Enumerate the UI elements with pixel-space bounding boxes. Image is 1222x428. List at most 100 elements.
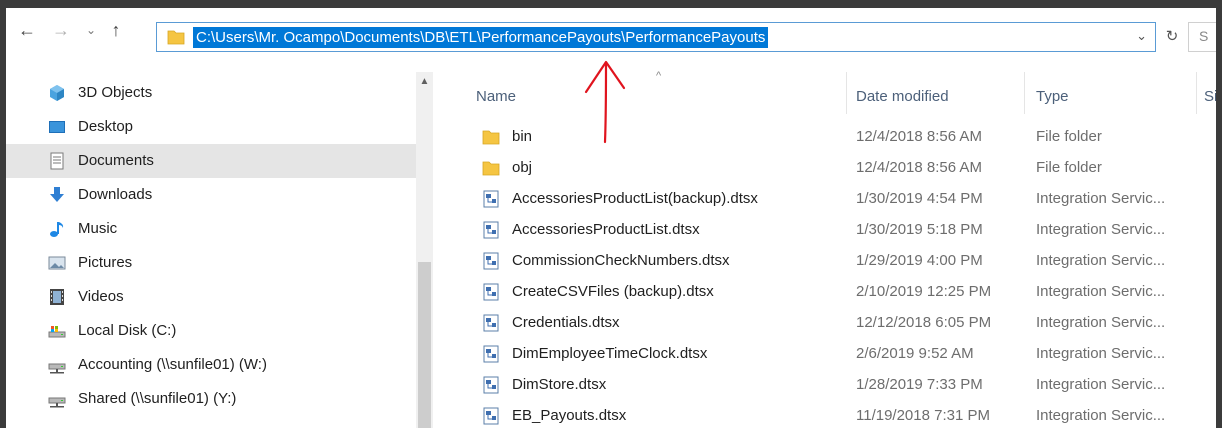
column-header-name[interactable]: Name	[476, 88, 516, 105]
address-path-text[interactable]: C:\Users\Mr. Ocampo\Documents\DB\ETL\Per…	[193, 27, 769, 48]
nav-item-videos[interactable]: Videos	[6, 280, 416, 314]
nav-item-documents[interactable]: Documents	[6, 144, 416, 178]
navigation-pane: 3D Objects Desktop Documents Downloads M…	[6, 62, 416, 428]
column-header-size[interactable]: Si	[1204, 88, 1216, 105]
nav-item-accounting-drive[interactable]: Accounting (\\sunfile01) (W:)	[6, 348, 416, 382]
nav-item-label: Documents	[78, 152, 154, 169]
file-date-modified: 1/30/2019 4:54 PM	[856, 190, 983, 207]
file-name: DimStore.dtsx	[512, 376, 607, 393]
nav-item-label: Downloads	[78, 186, 153, 203]
file-row[interactable]: AccessoriesProductList(backup).dtsx 1/30…	[446, 184, 1216, 215]
dtsx-file-icon	[483, 190, 499, 208]
folder-icon	[482, 161, 500, 176]
navigation-scrollbar[interactable]: ▲	[416, 72, 433, 428]
nav-item-label: Local Disk (C:)	[78, 322, 177, 339]
nav-item-label: 3D Objects	[78, 84, 153, 101]
file-row[interactable]: bin 12/4/2018 8:56 AM File folder	[446, 122, 1216, 153]
nav-item-3d-objects[interactable]: 3D Objects	[6, 76, 416, 110]
nav-item-label: Pictures	[78, 254, 133, 271]
nav-item-label: Shared (\\sunfile01) (Y:)	[78, 390, 237, 407]
local-disk-icon	[48, 326, 66, 338]
file-row[interactable]: Credentials.dtsx 12/12/2018 6:05 PM Inte…	[446, 308, 1216, 339]
download-arrow-icon	[50, 187, 64, 202]
scroll-up-arrow-icon[interactable]: ▲	[416, 72, 433, 92]
music-note-icon	[50, 222, 64, 237]
folder-icon	[167, 30, 185, 45]
file-explorer-window: ← → ⌄ ↑ C:\Users\Mr. Ocampo\Documents\DB…	[6, 8, 1216, 428]
file-type: Integration Servic...	[1036, 283, 1166, 300]
dtsx-file-icon	[483, 407, 499, 425]
file-date-modified: 11/19/2018 7:31 PM	[856, 407, 990, 424]
file-name: Credentials.dtsx	[512, 314, 620, 331]
nav-item-music[interactable]: Music	[6, 212, 416, 246]
file-list: ^ Name Date modified Type Si bin 12/4/20…	[446, 70, 1216, 428]
file-row[interactable]: AccessoriesProductList.dtsx 1/30/2019 5:…	[446, 215, 1216, 246]
chevron-down-icon[interactable]: ⌄	[1136, 28, 1147, 44]
nav-item-label: Desktop	[78, 118, 134, 135]
up-one-level-button[interactable]: ↑	[104, 16, 128, 44]
file-name: obj	[512, 159, 533, 176]
file-date-modified: 12/4/2018 8:56 AM	[856, 128, 982, 145]
red-annotation-arrow	[584, 60, 626, 144]
file-date-modified: 2/6/2019 9:52 AM	[856, 345, 974, 362]
file-type: Integration Servic...	[1036, 190, 1166, 207]
column-header-date-modified[interactable]: Date modified	[856, 88, 949, 105]
desktop-icon	[49, 121, 65, 133]
dtsx-file-icon	[483, 376, 499, 394]
nav-item-label: Accounting (\\sunfile01) (W:)	[78, 356, 267, 373]
network-drive-icon	[48, 397, 66, 408]
refresh-button[interactable]: ↻	[1162, 27, 1182, 47]
back-button[interactable]: ←	[16, 16, 38, 44]
file-row[interactable]: obj 12/4/2018 8:56 AM File folder	[446, 153, 1216, 184]
file-type: File folder	[1036, 128, 1102, 145]
folder-icon	[482, 130, 500, 145]
dtsx-file-icon	[483, 252, 499, 270]
nav-item-downloads[interactable]: Downloads	[6, 178, 416, 212]
file-type: Integration Servic...	[1036, 407, 1166, 424]
file-row[interactable]: CreateCSVFiles (backup).dtsx 2/10/2019 1…	[446, 277, 1216, 308]
column-divider[interactable]	[846, 72, 847, 114]
nav-item-desktop[interactable]: Desktop	[6, 110, 416, 144]
dtsx-file-icon	[483, 221, 499, 239]
file-row[interactable]: DimEmployeeTimeClock.dtsx 2/6/2019 9:52 …	[446, 339, 1216, 370]
column-divider[interactable]	[1196, 72, 1197, 114]
nav-item-local-disk[interactable]: Local Disk (C:)	[6, 314, 416, 348]
column-divider[interactable]	[1024, 72, 1025, 114]
forward-button[interactable]: →	[50, 16, 72, 44]
file-name: DimEmployeeTimeClock.dtsx	[512, 345, 708, 362]
file-date-modified: 1/28/2019 7:33 PM	[856, 376, 983, 393]
file-date-modified: 1/30/2019 5:18 PM	[856, 221, 983, 238]
cube-3d-icon	[50, 85, 64, 101]
nav-item-shared-drive[interactable]: Shared (\\sunfile01) (Y:)	[6, 382, 416, 416]
recent-locations-button[interactable]: ⌄	[82, 16, 100, 44]
file-row[interactable]: CommissionCheckNumbers.dtsx 1/29/2019 4:…	[446, 246, 1216, 277]
address-bar-row: ← → ⌄ ↑ C:\Users\Mr. Ocampo\Documents\DB…	[6, 8, 1216, 52]
file-type: Integration Servic...	[1036, 221, 1166, 238]
file-row[interactable]: DimStore.dtsx 1/28/2019 7:33 PM Integrat…	[446, 370, 1216, 401]
file-row[interactable]: EB_Payouts.dtsx 11/19/2018 7:31 PM Integ…	[446, 401, 1216, 428]
column-header-type[interactable]: Type	[1036, 88, 1069, 105]
file-name: CreateCSVFiles (backup).dtsx	[512, 283, 714, 300]
file-type: Integration Servic...	[1036, 314, 1166, 331]
dtsx-file-icon	[483, 314, 499, 332]
dtsx-file-icon	[483, 345, 499, 363]
pictures-icon	[48, 256, 66, 270]
documents-icon	[50, 152, 64, 170]
nav-item-label: Music	[78, 220, 118, 237]
network-drive-icon	[48, 363, 66, 374]
file-date-modified: 12/4/2018 8:56 AM	[856, 159, 982, 176]
file-name: bin	[512, 128, 533, 145]
nav-item-label: Videos	[78, 288, 124, 305]
search-input[interactable]: S	[1188, 22, 1216, 52]
nav-item-pictures[interactable]: Pictures	[6, 246, 416, 280]
file-type: Integration Servic...	[1036, 252, 1166, 269]
address-bar[interactable]: C:\Users\Mr. Ocampo\Documents\DB\ETL\Per…	[156, 22, 1156, 52]
file-name: AccessoriesProductList(backup).dtsx	[512, 190, 758, 207]
file-type: Integration Servic...	[1036, 376, 1166, 393]
file-name: CommissionCheckNumbers.dtsx	[512, 252, 730, 269]
file-date-modified: 2/10/2019 12:25 PM	[856, 283, 992, 300]
file-date-modified: 12/12/2018 6:05 PM	[856, 314, 992, 331]
file-name: AccessoriesProductList.dtsx	[512, 221, 700, 238]
scrollbar-thumb[interactable]	[418, 262, 431, 428]
search-placeholder-partial: S	[1199, 28, 1209, 44]
